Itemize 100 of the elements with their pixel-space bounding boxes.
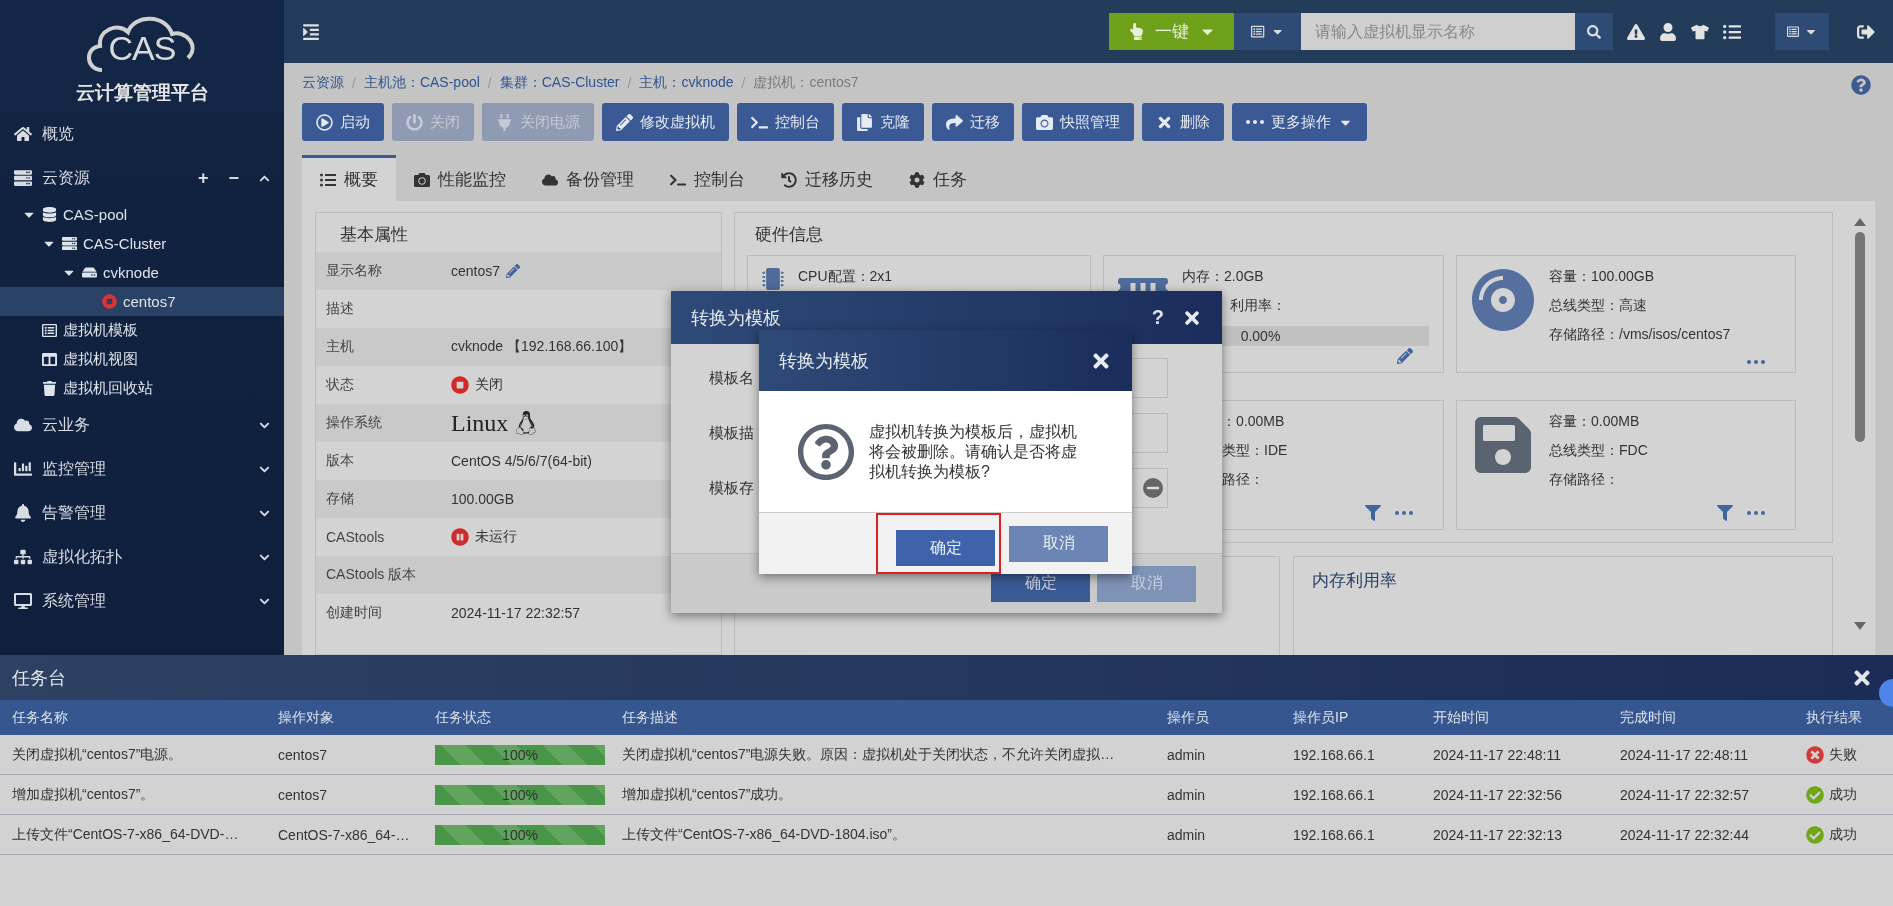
scroll-up-icon[interactable] xyxy=(1854,218,1866,226)
logo-text: CAS xyxy=(108,28,176,68)
table-cell-text: admin xyxy=(1167,786,1207,803)
toolbar-button[interactable]: 克隆 xyxy=(842,103,924,141)
toolbar-button[interactable]: 启动 xyxy=(302,103,384,141)
picker-icon[interactable] xyxy=(1143,478,1163,498)
hardware-detail: 容量：100.00GB xyxy=(1549,268,1656,286)
menu-item[interactable]: 云资源 + − xyxy=(0,156,284,200)
column-header[interactable]: 完成时间 xyxy=(1620,708,1806,727)
breadcrumb-link[interactable]: 云资源 xyxy=(302,74,344,92)
tree-item[interactable]: cvknode xyxy=(0,258,284,287)
scrollbar-thumb[interactable] xyxy=(1855,232,1865,442)
search-button[interactable] xyxy=(1575,13,1613,50)
help-button[interactable]: ? xyxy=(1151,306,1164,329)
plug-icon xyxy=(496,113,513,131)
column-header[interactable]: 执行结果 xyxy=(1806,708,1893,727)
result-text: 失败 xyxy=(1829,745,1857,764)
tree-item[interactable]: 虚拟机回收站 xyxy=(0,374,284,403)
help-icon[interactable] xyxy=(1851,75,1871,95)
user-icon[interactable] xyxy=(1659,22,1677,41)
tab[interactable]: 备份管理 xyxy=(524,155,652,201)
menu-item[interactable]: 云业务 xyxy=(0,403,284,447)
monitor-icon xyxy=(14,592,32,610)
column-header[interactable]: 操作员IP xyxy=(1293,708,1433,727)
pencil-icon[interactable] xyxy=(506,264,521,278)
search-field[interactable]: 请输入虚拟机显示名称 xyxy=(1301,13,1575,50)
tree-item[interactable]: centos7 xyxy=(0,287,284,316)
filter-icon[interactable] xyxy=(1365,505,1381,521)
breadcrumb-link[interactable]: 主机：cvknode xyxy=(639,74,734,92)
table-cell-text: 2024-11-17 22:32:44 xyxy=(1620,826,1750,843)
ellipsis-icon[interactable] xyxy=(1395,511,1413,515)
property-value: 未运行 xyxy=(475,528,517,546)
tree-item[interactable]: CAS-pool xyxy=(0,200,284,229)
breadcrumb-link[interactable]: 集群：CAS-Cluster xyxy=(499,74,620,92)
property-label: CAStools 版本 xyxy=(326,566,418,584)
toolbar-button[interactable]: 迁移 xyxy=(932,103,1014,141)
collapse-menu-icon[interactable] xyxy=(302,22,320,41)
column-header[interactable]: 任务描述 xyxy=(622,708,1167,727)
share-arrow-icon xyxy=(946,113,963,131)
tree-item[interactable]: 虚拟机模板 xyxy=(0,316,284,345)
toolbar-button[interactable]: 修改虚拟机 xyxy=(602,103,729,141)
toolbar-button[interactable]: 快照管理 xyxy=(1022,103,1134,141)
hardware-detail: 存储路径：/vms/isos/centos7 xyxy=(1549,326,1732,344)
ellipsis-icon[interactable] xyxy=(1747,511,1765,515)
tab[interactable]: 概要 xyxy=(302,155,396,201)
cancel-button[interactable]: 取消 xyxy=(1009,525,1108,562)
tab[interactable]: 性能监控 xyxy=(396,155,524,201)
column-header[interactable]: 操作员 xyxy=(1167,708,1293,727)
tree-action[interactable]: − xyxy=(228,167,239,189)
column-header[interactable]: 任务名称 xyxy=(12,708,278,727)
usage-reading: 0.00% xyxy=(1240,328,1281,344)
menu-item[interactable]: 虚拟化拓扑 xyxy=(0,535,284,579)
server-icon xyxy=(14,169,32,187)
hardware-detail: 总线类型：FDC xyxy=(1549,442,1649,460)
list-icon[interactable] xyxy=(1723,22,1741,41)
toolbar-button[interactable]: 控制台 xyxy=(737,103,834,141)
column-header[interactable]: 任务状态 xyxy=(435,708,622,727)
camera-icon xyxy=(1036,113,1053,131)
shirt-icon[interactable] xyxy=(1691,22,1709,41)
breadcrumb-link[interactable]: 主机池：CAS-pool xyxy=(363,74,480,92)
tab[interactable]: 任务 xyxy=(891,155,985,201)
disk-drive-icon xyxy=(1471,268,1535,332)
logout-icon[interactable] xyxy=(1857,22,1875,41)
hardware-detail: ：0.00MB xyxy=(1222,413,1286,431)
vm-filter-dropdown[interactable] xyxy=(1234,13,1301,50)
column-header[interactable]: 操作对象 xyxy=(278,708,435,727)
toolbar-button[interactable]: 删除 xyxy=(1142,103,1224,141)
ellipsis-icon[interactable] xyxy=(1747,360,1765,364)
confirm-button[interactable]: 确定 xyxy=(896,530,995,566)
tree-item[interactable]: 虚拟机视图 xyxy=(0,345,284,374)
property-label: 存储 xyxy=(326,490,355,508)
filter-icon[interactable] xyxy=(1717,505,1733,521)
pencil-icon xyxy=(616,113,633,131)
penguin-icon xyxy=(514,411,539,435)
tab[interactable]: 迁移历史 xyxy=(763,155,891,201)
property-value: centos7 xyxy=(451,263,501,279)
pencil-icon[interactable] xyxy=(1397,348,1413,364)
menu-item[interactable]: 系统管理 xyxy=(0,579,284,623)
scroll-down-icon[interactable] xyxy=(1854,622,1866,630)
server-stack-icon xyxy=(42,207,57,222)
table-cell-text: 增加虚拟机“centos7”。 xyxy=(12,785,156,804)
hardware-detail: 容量：0.00MB xyxy=(1549,413,1641,431)
property-label: 版本 xyxy=(326,452,355,470)
warning-icon[interactable] xyxy=(1627,22,1645,41)
table-cell-text: 上传文件“CentOS-7-x86_64-DVD-1804.iso”。 xyxy=(622,825,907,844)
view-dropdown[interactable] xyxy=(1775,13,1829,50)
panel-icon xyxy=(1787,24,1799,39)
menu-item[interactable]: 监控管理 xyxy=(0,447,284,491)
ellipsis-icon[interactable] xyxy=(1246,120,1264,124)
menu-item[interactable]: 概览 xyxy=(0,112,284,156)
tab[interactable]: 控制台 xyxy=(652,155,763,201)
property-value: cvknode 【192.168.66.100】 xyxy=(451,338,633,356)
tree-action[interactable]: + xyxy=(197,167,209,189)
cluster-icon xyxy=(62,236,77,251)
toolbar-button[interactable]: 更多操作 xyxy=(1232,103,1367,141)
dialog-title: 转换为模板 xyxy=(779,349,870,373)
column-header[interactable]: 开始时间 xyxy=(1433,708,1620,727)
error-icon xyxy=(1806,745,1824,764)
tree-item[interactable]: CAS-Cluster xyxy=(0,229,284,258)
menu-item[interactable]: 告警管理 xyxy=(0,491,284,535)
